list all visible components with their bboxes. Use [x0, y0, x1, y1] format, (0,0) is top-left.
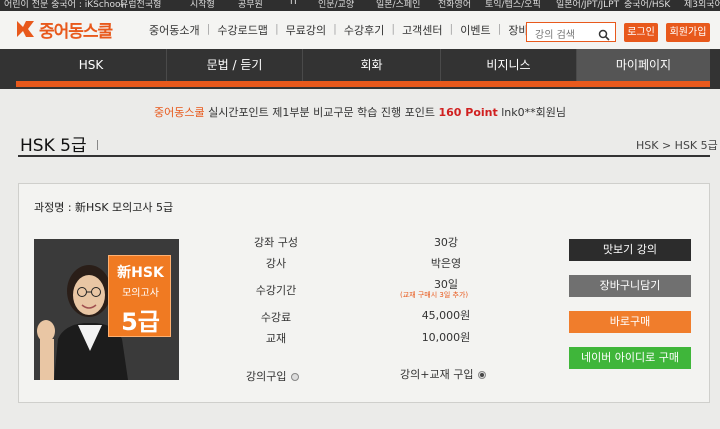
course-badge: 新HSK 모의고사 5급 [108, 255, 171, 337]
header-nav: 중어동소개| 수강로드맵| 무료강의| 수강후기| 고객센터| 이벤트| 장바구… [142, 22, 556, 38]
course-thumbnail: 新HSK 모의고사 5급 [34, 239, 179, 380]
title-divider [97, 140, 98, 150]
top-strip-link[interactable]: IT [290, 0, 298, 7]
naver-buy-button[interactable]: 네이버 아이디로 구매 [569, 347, 691, 369]
option-lecture-only[interactable]: 강의구입 [246, 368, 300, 384]
top-strip-link[interactable]: 일본어/JPT/JLPT [556, 0, 619, 10]
info-label: 강좌 구성 [254, 236, 298, 249]
site-logo[interactable]: 중어동스쿨 [14, 17, 113, 42]
top-strip-link[interactable]: 중국어/HSK [624, 0, 670, 10]
top-strip-left-text[interactable]: 어린이 전문 중국어 : iKSchool [4, 0, 123, 10]
top-strip-link[interactable]: 일본/스페인 [376, 0, 420, 10]
nav-item-reviews[interactable]: 수강후기 [337, 22, 391, 38]
badge-line1: 新HSK [117, 265, 164, 281]
info-label: 수강기간 [255, 284, 297, 297]
nav-item-support[interactable]: 고객센터 [395, 22, 449, 38]
point-banner: 중어동스쿨 실시간포인트 제1부분 비교구문 학습 진행 포인트 160 Poi… [0, 104, 720, 120]
tab-grammar-listening[interactable]: 문법 / 듣기 [166, 49, 302, 81]
add-to-cart-button[interactable]: 장바구니담기 [569, 275, 691, 297]
point-user: lnk0**회원님 [501, 106, 567, 119]
info-value: 30강 [433, 236, 459, 249]
search-box [526, 22, 616, 45]
page-title: HSK 5급 [20, 136, 87, 156]
top-strip-link[interactable]: 시작형 [190, 0, 215, 10]
info-value: 10,000원 [421, 331, 471, 344]
point-site-name: 중어동스쿨 [153, 106, 205, 119]
point-text: 실시간포인트 제1부분 비교구문 학습 진행 포인트 [208, 106, 435, 119]
badge-line2: 모의고사 [122, 288, 159, 299]
logo-mark-icon [14, 18, 36, 40]
top-strip-link[interactable]: 인문/교양 [318, 0, 354, 10]
info-value: 45,000원 [421, 309, 471, 322]
tab-conversation[interactable]: 회화 [302, 49, 440, 81]
main-nav: HSK 문법 / 듣기 회화 비지니스 마이페이지 [0, 49, 720, 89]
info-label: 수강료 [260, 311, 292, 324]
nav-item-about[interactable]: 중어동소개 [142, 22, 207, 38]
nav-item-free-lectures[interactable]: 무료강의 [279, 22, 333, 38]
main-nav-accent-bar [16, 81, 710, 87]
period-note: (교재 구매시 3일 추가) [400, 291, 469, 299]
login-button[interactable]: 로그인 [624, 23, 658, 42]
buy-now-button[interactable]: 바로구매 [569, 311, 691, 333]
info-value: 박은영 [430, 257, 462, 270]
course-name: 과정명 : 新HSK 모의고사 5급 [34, 201, 174, 214]
breadcrumb[interactable]: HSK > HSK 5급 [636, 137, 718, 153]
search-input[interactable] [527, 26, 593, 45]
title-rule [18, 155, 710, 157]
top-strip-link[interactable]: 제3외국어 [684, 0, 720, 10]
tab-hsk[interactable]: HSK [16, 49, 166, 81]
tab-business[interactable]: 비지니스 [440, 49, 576, 81]
point-value: 160 Point [438, 106, 498, 119]
option-lecture-and-book[interactable]: 강의+교재 구입 [400, 366, 487, 382]
top-strip-link[interactable]: 토익/텝스/오픽 [485, 0, 541, 10]
site-header: 중어동스쿨 중어동소개 | 수강로드맵 | 무료강의 | 수강후기 | 고객센터 | 이벤… [0, 11, 720, 49]
nav-item-roadmap[interactable]: 수강로드맵 [210, 22, 275, 38]
option-label: 강의+교재 구입 [400, 368, 474, 381]
nav-item-events[interactable]: 이벤트 [453, 22, 497, 38]
tab-mypage[interactable]: 마이페이지 [576, 49, 710, 81]
top-strip-link[interactable]: 공무원 [238, 0, 263, 10]
top-strip-link[interactable]: 유럽전국형 [120, 0, 161, 10]
preview-lecture-button[interactable]: 맛보기 강의 [569, 239, 691, 261]
radio-lecture-only[interactable] [291, 373, 300, 381]
join-button[interactable]: 회원가입 [666, 23, 710, 42]
info-label: 교재 [265, 332, 287, 345]
search-icon[interactable] [598, 26, 610, 41]
top-strip: 어린이 전문 중국어 : iKSchool 유럽전국형 시작형 공무원 IT 인… [0, 0, 720, 11]
info-label: 강사 [265, 257, 287, 270]
badge-line3: 5급 [121, 308, 160, 336]
radio-lecture-and-book[interactable] [478, 371, 487, 379]
option-label: 강의구입 [246, 370, 287, 383]
logo-text: 중어동스쿨 [39, 21, 113, 42]
top-strip-link[interactable]: 전화영어 [438, 0, 471, 10]
